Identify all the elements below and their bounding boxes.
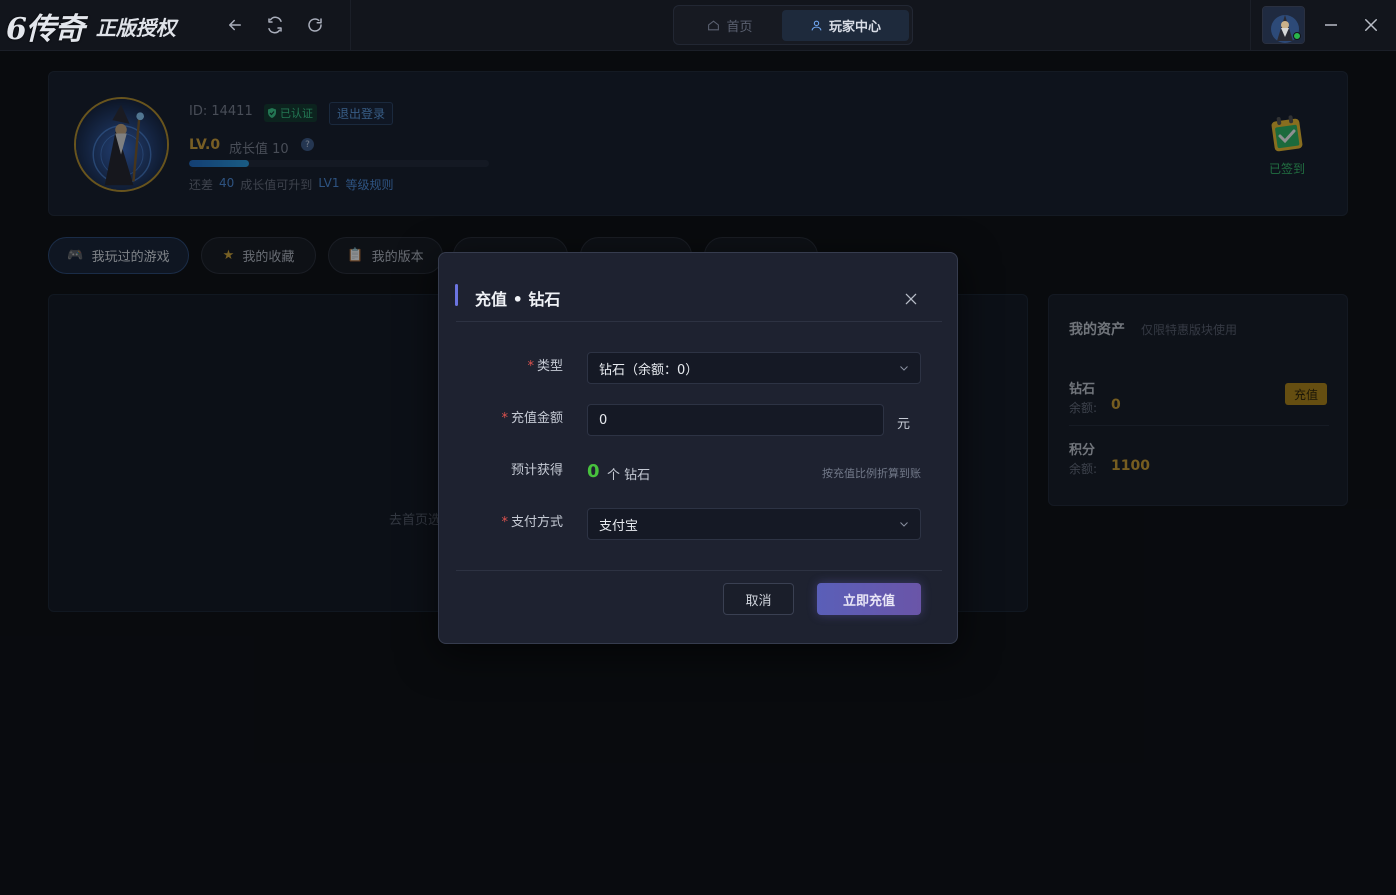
tab-player-label: 玩家中心	[828, 20, 881, 35]
dialog-title: 充值 • 钻石	[475, 290, 561, 309]
refresh-icon	[308, 18, 322, 32]
titlebar-divider	[350, 0, 351, 51]
cancel-button[interactable]: 取消	[723, 583, 794, 615]
amount-input[interactable]	[599, 412, 872, 428]
type-select[interactable]: 钻石（余额：0）	[587, 352, 921, 384]
back-button[interactable]	[224, 14, 246, 36]
estimate-value: 0	[587, 461, 600, 482]
chevron-down-icon	[900, 522, 908, 527]
refresh-button[interactable]	[304, 14, 326, 36]
dialog-header-divider	[456, 321, 942, 322]
estimate-hint: 按充值比例折算到账	[822, 467, 921, 480]
user-avatar[interactable]	[1262, 6, 1305, 44]
estimate-unit: 个 钻石	[607, 468, 651, 483]
amount-label-text: 充值金额	[510, 411, 563, 426]
tab-home-label: 首页	[726, 20, 753, 35]
tab-player-center[interactable]: 玩家中心	[782, 10, 909, 41]
amount-unit: 元	[897, 417, 911, 432]
close-icon	[1365, 19, 1377, 31]
chevron-down-icon	[900, 366, 908, 371]
app-logo: 6传奇 正版授权	[6, 4, 176, 48]
pay-method-label: * 支付方式	[501, 515, 563, 530]
logo-main-text: 6传奇	[6, 12, 85, 47]
type-label-text: 类型	[536, 359, 563, 374]
pay-method-select[interactable]: 支付宝	[587, 508, 921, 540]
close-window-button[interactable]	[1360, 14, 1382, 36]
amount-label: * 充值金额	[501, 411, 563, 426]
title-accent-bar	[455, 284, 458, 306]
logo-sub-text: 正版授权	[95, 15, 176, 40]
home-icon	[708, 20, 720, 31]
pay-method-label-text: 支付方式	[510, 515, 563, 530]
online-status-icon	[1293, 32, 1301, 40]
tab-home[interactable]: 首页	[680, 10, 780, 41]
user-icon	[811, 20, 822, 31]
dialog-footer-divider	[456, 570, 942, 571]
minimize-icon	[1325, 24, 1337, 26]
title-bar: 6传奇 正版授权 首页 玩家中心	[0, 0, 1396, 51]
top-tabs: 首页 玩家中心	[673, 5, 913, 45]
type-select-value: 钻石（余额：0）	[599, 362, 699, 378]
recharge-now-button[interactable]: 立即充值	[817, 583, 921, 615]
amount-field[interactable]	[587, 404, 884, 436]
recharge-dialog: 充值 • 钻石 *类型 钻石（余额：0） *充值金额 元 预计获得 0 个 钻石…	[438, 252, 958, 644]
type-label: * 类型	[527, 359, 563, 374]
arrow-left-icon	[229, 19, 241, 31]
sync-icon	[268, 16, 282, 34]
pay-method-value: 支付宝	[599, 518, 639, 534]
estimate-label: 预计获得	[510, 463, 563, 478]
close-icon	[905, 293, 917, 305]
minimize-button[interactable]	[1320, 14, 1342, 36]
sync-button[interactable]	[264, 14, 286, 36]
dialog-close-button[interactable]	[901, 289, 921, 309]
